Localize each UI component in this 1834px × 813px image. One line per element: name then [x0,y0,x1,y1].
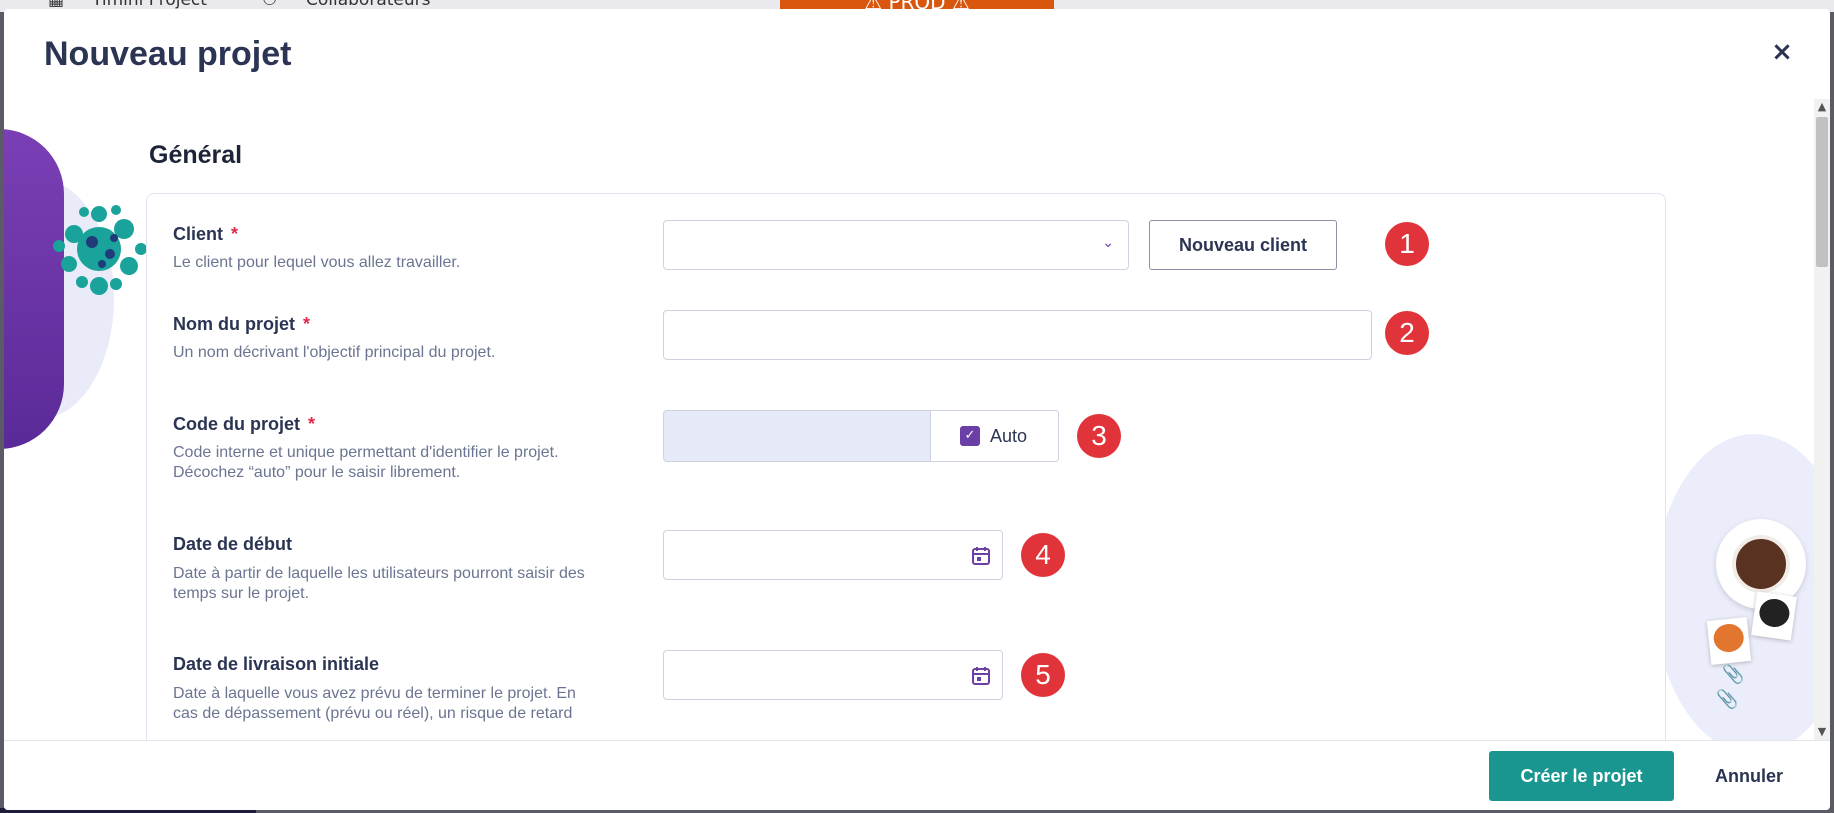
delivery-date-input[interactable] [663,650,1003,700]
client-help: Le client pour lequel vous allez travail… [173,254,461,271]
new-project-modal: Nouveau projet × 📎 📎 Général Client * Le… [4,9,1830,810]
auto-label: Auto [990,425,1028,446]
general-form-card: Client * Le client pour lequel vous allez… [146,193,1666,740]
checkmark-icon[interactable]: ✓ [960,426,980,446]
section-title: Général [149,141,243,169]
step-badge: 3 [1077,414,1121,458]
modal-header: Nouveau projet × [4,9,1830,99]
step-badge: 4 [1021,533,1065,577]
delivery-date-label: Date de livraison initiale [173,654,380,674]
auto-code-toggle[interactable]: ✓ Auto [931,410,1059,462]
plant-illustration-icon [53,205,147,295]
chevron-down-icon: ⌄ [1102,235,1114,251]
scroll-down-icon[interactable]: ▼ [1814,724,1830,740]
paperclip-icon: 📎 [1716,689,1739,710]
modal-body: 📎 📎 Général Client * Le client pour leque… [4,99,1814,740]
modal-footer: Créer le projet Annuler [4,740,1830,810]
calendar-icon[interactable] [970,545,992,567]
start-date-input[interactable] [663,530,1003,580]
create-project-button[interactable]: Créer le projet [1489,751,1674,801]
client-select[interactable]: ⌄ [663,220,1129,270]
calendar-icon[interactable] [970,665,992,687]
photo-illustration-icon [1706,617,1752,665]
close-button[interactable]: × [1769,39,1795,65]
project-code-label: Code du projet * [173,414,316,434]
scroll-thumb[interactable] [1816,117,1828,267]
project-code-input[interactable] [663,410,931,462]
modal-title: Nouveau projet [44,35,292,73]
project-name-help: Un nom décrivant l'objectif principal du… [173,344,496,361]
new-client-button[interactable]: Nouveau client [1149,220,1337,270]
delivery-date-help: Date à laquelle vous avez prévu de termi… [173,685,576,722]
photo-illustration-icon [1751,591,1797,641]
client-label: Client * [173,224,239,244]
start-date-help: Date à partir de laquelle les utilisateu… [173,565,585,602]
modal-scrollbar[interactable]: ▲ ▼ [1814,99,1830,740]
project-code-help: Code interne et unique permettant d'iden… [173,444,559,481]
step-badge: 1 [1385,222,1429,266]
close-icon: × [1771,37,1793,67]
project-name-label: Nom du projet * [173,314,311,334]
scroll-up-icon[interactable]: ▲ [1814,99,1830,115]
project-name-input[interactable] [663,310,1372,360]
step-badge: 2 [1385,311,1429,355]
start-date-label: Date de début [173,534,293,554]
cancel-button[interactable]: Annuler [1694,751,1804,801]
paperclip-icon: 📎 [1722,664,1745,685]
step-badge: 5 [1021,653,1065,697]
